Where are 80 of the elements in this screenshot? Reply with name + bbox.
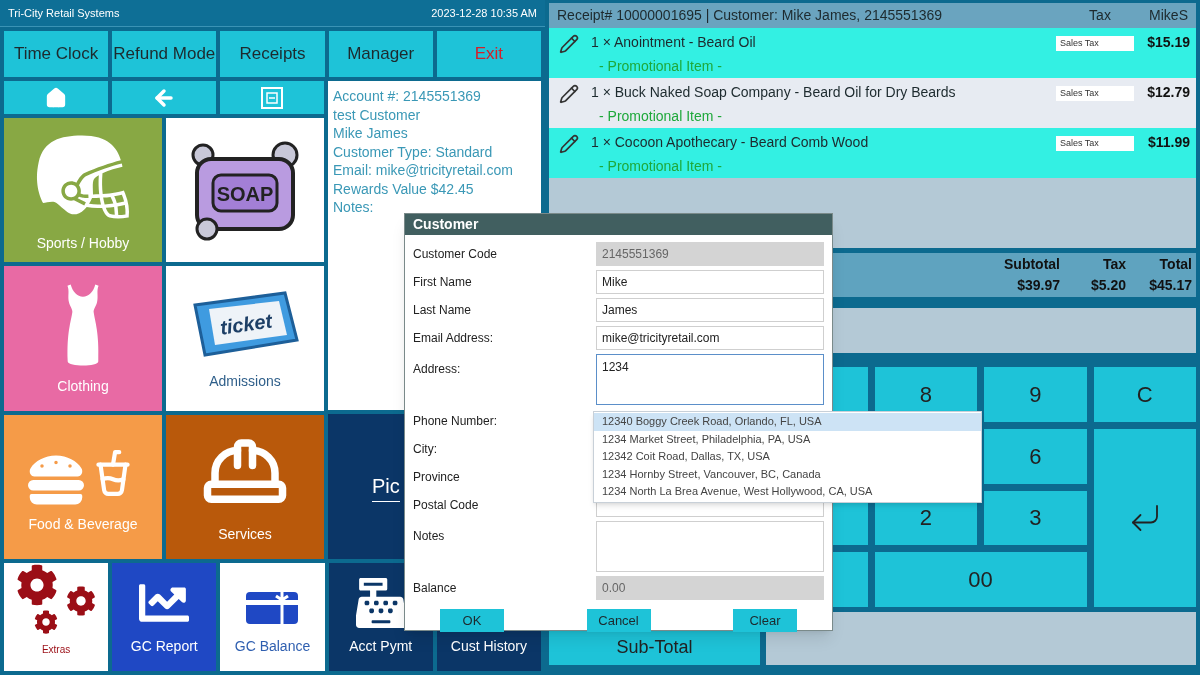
input-field[interactable]: James [596,298,824,322]
total-label: Tax [1102,255,1126,274]
edit-icon[interactable] [559,34,579,54]
nav-button[interactable] [112,81,216,114]
field-label: First Name [413,274,473,291]
tax-field: Sales Tax [1056,86,1134,101]
field-label: Last Name [413,302,473,319]
edit-icon[interactable] [559,84,579,104]
home-icon [45,86,67,109]
field-label: Customer Code [413,246,499,263]
category-tile[interactable]: SOAP [166,118,324,263]
item-price: $11.99 [1146,133,1190,152]
column-header: Tax [1089,6,1112,25]
date-time: 2023-12-28 10:35 AM [431,5,537,21]
input-field[interactable]: 1234 [596,354,824,405]
item-note: - Promotional Item - [598,57,723,76]
item-price: $15.19 [1146,33,1190,52]
nav-button[interactable] [220,81,324,114]
customer-info-line: Mike James [333,124,409,143]
customer-info-line: Email: mike@tricityretail.com [333,161,514,180]
enter-key[interactable] [1093,428,1196,607]
field-label: City: [413,441,438,458]
app-title: Tri-City Retail Systems [8,5,120,21]
gears-icon [16,564,97,634]
keypad-key[interactable]: 6 [984,428,1087,484]
customer-info-line: test Customer [333,105,422,124]
keypad-key[interactable]: C [1093,367,1196,422]
suggestion-item[interactable]: 1234 North La Brea Avenue, West Hollywood, CA, USA [594,483,981,501]
tax-field: Sales Tax [1056,136,1134,151]
total-value: $45.17 [1149,276,1192,295]
receipt-item[interactable]: 1 × Anointment - Beard Oil - Promotional Item - Sales Tax $15.19 [549,28,1196,78]
field-label: Notes [413,528,446,545]
item-note: - Promotional Item - [598,157,723,176]
function-tile[interactable]: GC Report [112,563,217,671]
dialog-title: Customer [413,215,479,234]
total-label: Total [1159,255,1192,274]
category-tile[interactable]: Services [166,414,324,559]
input-field[interactable]: mike@tricityretail.com [596,326,824,350]
toolbar-button[interactable]: Manager [328,31,433,77]
customer-info-line: Notes: [333,198,375,217]
total-value: $5.20 [1090,276,1126,295]
toolbar-button[interactable]: Receipts [220,31,325,77]
dialog-button[interactable]: Clear [733,609,797,632]
function-tile[interactable]: Extras [4,563,109,671]
input-field[interactable] [596,521,824,572]
tax-field: Sales Tax [1056,36,1134,51]
item-name: 1 × Buck Naked Soap Company - Beard Oil for Dry Beards [591,83,957,102]
suggestion-item[interactable]: 12342 Coit Road, Dallas, TX, USA [594,448,981,466]
edit-icon[interactable] [559,134,579,154]
function-tile[interactable]: GC Balance [220,563,325,671]
keypad-key[interactable]: 3 [984,490,1087,546]
customer-info-line: Rewards Value $42.45 [333,179,475,198]
field-label: Phone Number: [413,413,499,430]
receipt-item[interactable]: 1 × Buck Naked Soap Company - Beard Oil for Dry Beards - Promotional Item - Sales Tax $12.79 [549,78,1196,128]
nav-button[interactable] [4,81,108,114]
item-note: - Promotional Item - [598,107,723,126]
toolbar-button[interactable]: Time Clock [4,31,109,77]
keypad-key[interactable]: 00 [874,552,1087,607]
minimize-icon [261,86,283,109]
field-label: Address: [413,361,462,378]
input-field[interactable]: Mike [596,270,824,294]
field-label: Postal Code [413,497,480,514]
customer-info-line: Customer Type: Standard [333,142,494,161]
receipt-item[interactable]: 1 × Cocoon Apothecary - Beard Comb Wood - Promotional Item - Sales Tax $11.99 [549,128,1196,178]
receipt-header: Receipt# 10000001695 | Customer: Mike James, 2145551369 [557,6,943,25]
suggestion-item[interactable]: 12340 Boggy Creek Road, Orlando, FL, USA [594,413,981,431]
cashier-name: MikeS [1149,6,1188,25]
total-value: $39.97 [1017,276,1060,295]
toolbar-button[interactable]: Refund Mode [112,31,217,77]
field-label: Email Address: [413,330,495,347]
total-label: Subtotal [1004,255,1060,274]
dialog-button[interactable]: Cancel [586,609,651,632]
item-name: 1 × Cocoon Apothecary - Beard Comb Wood [591,133,870,152]
customer-info-line: Account #: 2145551369 [333,87,482,106]
item-name: 1 × Anointment - Beard Oil [591,33,757,52]
item-price: $12.79 [1146,83,1190,102]
category-tile[interactable]: ticket Admissions [166,266,324,411]
field-label: Province [413,469,461,486]
dialog-button[interactable]: OK [440,609,504,632]
keypad-key[interactable]: 9 [984,367,1087,422]
